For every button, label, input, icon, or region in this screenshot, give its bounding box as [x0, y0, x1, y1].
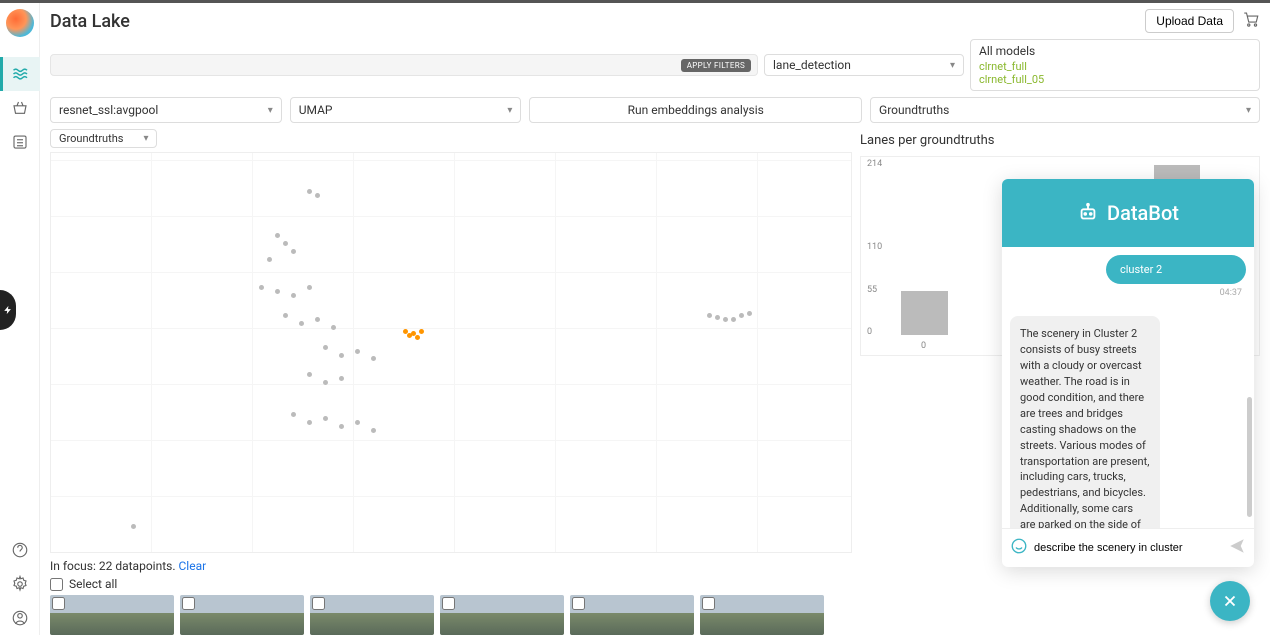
filters-row: APPLY FILTERS lane_detection ▾ All model… — [40, 39, 1270, 97]
send-icon — [1228, 537, 1246, 555]
basket-icon — [11, 99, 29, 117]
nav-data-lake[interactable] — [0, 57, 40, 91]
models-header: All models — [979, 44, 1251, 58]
projection-select-value: UMAP — [299, 103, 333, 117]
thumb-image — [570, 595, 694, 635]
focus-suffix: datapoints. — [112, 559, 178, 573]
waves-icon — [12, 65, 30, 83]
ytick: 0 — [867, 327, 872, 337]
chatbot-panel: DataBot cluster 2 04:37 The scenery in C… — [1002, 179, 1254, 567]
chevron-down-icon: ▾ — [1246, 105, 1251, 116]
chat-input-row — [1002, 528, 1254, 567]
user-icon — [11, 609, 29, 627]
model-item-0[interactable]: clrnet_full — [979, 60, 1251, 73]
thumb-checkbox[interactable] — [182, 597, 195, 610]
thumb-image — [50, 595, 174, 635]
help-icon — [11, 541, 29, 559]
header: Data Lake Upload Data — [40, 3, 1270, 39]
nav-account[interactable] — [0, 601, 40, 635]
thumb-checkbox[interactable] — [572, 597, 585, 610]
ytick: 55 — [867, 285, 877, 295]
bolt-icon — [3, 303, 13, 317]
ytick: 214 — [867, 159, 882, 169]
thumbnail-item[interactable] — [310, 595, 434, 635]
projection-select[interactable]: UMAP ▾ — [290, 97, 522, 123]
chat-header: DataBot — [1002, 179, 1254, 247]
thumb-checkbox[interactable] — [442, 597, 455, 610]
controls-row: resnet_ssl:avgpool ▾ UMAP ▾ Run embeddin… — [40, 97, 1270, 123]
thumb-checkbox[interactable] — [702, 597, 715, 610]
chevron-down-icon: ▾ — [950, 60, 955, 71]
gear-icon — [11, 575, 29, 593]
close-icon — [1221, 592, 1239, 610]
focus-count: 22 — [99, 559, 113, 573]
thumb-image — [440, 595, 564, 635]
thumb-checkbox[interactable] — [52, 597, 65, 610]
page-title: Data Lake — [50, 11, 1145, 32]
right-metric-value: Groundtruths — [879, 103, 949, 117]
thumb-image — [180, 595, 304, 635]
user-message: cluster 2 — [1106, 255, 1246, 284]
xtick: 0 — [921, 341, 926, 351]
task-select[interactable]: lane_detection ▾ — [764, 54, 964, 76]
bar — [901, 291, 948, 335]
embedding-select[interactable]: resnet_ssl:avgpool ▾ — [50, 97, 282, 123]
nav-shopping[interactable] — [0, 91, 40, 125]
thumbnail-strip — [50, 595, 852, 635]
user-timestamp: 04:37 — [1010, 286, 1246, 300]
models-panel[interactable]: All models clrnet_full clrnet_full_05 — [970, 39, 1260, 91]
chart-title: Lanes per groundtruths — [860, 129, 1260, 156]
thumbnail-item[interactable] — [700, 595, 824, 635]
select-all-checkbox[interactable] — [50, 578, 63, 591]
chevron-down-icon: ▾ — [507, 105, 512, 116]
focus-prefix: In focus: — [50, 559, 99, 573]
chevron-down-icon: ▾ — [143, 133, 148, 144]
nav-list[interactable] — [0, 125, 40, 159]
emoji-button[interactable] — [1010, 537, 1028, 559]
right-metric-select[interactable]: Groundtruths ▾ — [870, 97, 1260, 123]
chat-close-fab[interactable] — [1210, 581, 1250, 621]
cart-icon — [1242, 10, 1260, 28]
chat-scrollbar[interactable] — [1247, 397, 1252, 517]
run-embeddings-button[interactable]: Run embeddings analysis — [529, 97, 862, 123]
chat-input[interactable] — [1034, 542, 1222, 554]
thumb-checkbox[interactable] — [312, 597, 325, 610]
cart-button[interactable] — [1242, 10, 1260, 32]
app-logo[interactable] — [6, 9, 34, 37]
nav-settings[interactable] — [0, 567, 40, 601]
thumb-image — [700, 595, 824, 635]
upload-data-button[interactable]: Upload Data — [1145, 9, 1234, 33]
ytick: 110 — [867, 242, 882, 252]
select-all-label: Select all — [69, 577, 117, 591]
select-all-row: Select all — [50, 577, 852, 595]
send-button[interactable] — [1228, 537, 1246, 559]
clear-link[interactable]: Clear — [178, 559, 206, 573]
focus-summary: In focus: 22 datapoints. Clear — [50, 553, 852, 577]
scatter-plot[interactable] — [50, 152, 852, 553]
scatter-color-select[interactable]: Groundtruths ▾ — [50, 129, 157, 148]
nav-help[interactable] — [0, 533, 40, 567]
task-select-value: lane_detection — [773, 58, 851, 72]
thumbnail-item[interactable] — [180, 595, 304, 635]
thumb-image — [310, 595, 434, 635]
bot-message: The scenery in Cluster 2 consists of bus… — [1010, 316, 1160, 528]
chat-title: DataBot — [1107, 201, 1179, 225]
scatter-color-value: Groundtruths — [59, 132, 123, 145]
smile-icon — [1010, 537, 1028, 555]
apply-filters-badge[interactable]: APPLY FILTERS — [681, 59, 751, 72]
model-item-1[interactable]: clrnet_full_05 — [979, 73, 1251, 86]
chevron-down-icon: ▾ — [268, 105, 273, 116]
thumbnail-item[interactable] — [50, 595, 174, 635]
robot-icon — [1077, 202, 1099, 224]
thumbnail-item[interactable] — [570, 595, 694, 635]
chat-body[interactable]: cluster 2 04:37 The scenery in Cluster 2… — [1002, 247, 1254, 528]
left-panel: Groundtruths ▾ In focus: 22 datapoints. … — [50, 129, 852, 635]
embedding-select-value: resnet_ssl:avgpool — [59, 103, 158, 117]
filter-input[interactable]: APPLY FILTERS — [50, 54, 758, 76]
list-icon — [11, 133, 29, 151]
thumbnail-item[interactable] — [440, 595, 564, 635]
